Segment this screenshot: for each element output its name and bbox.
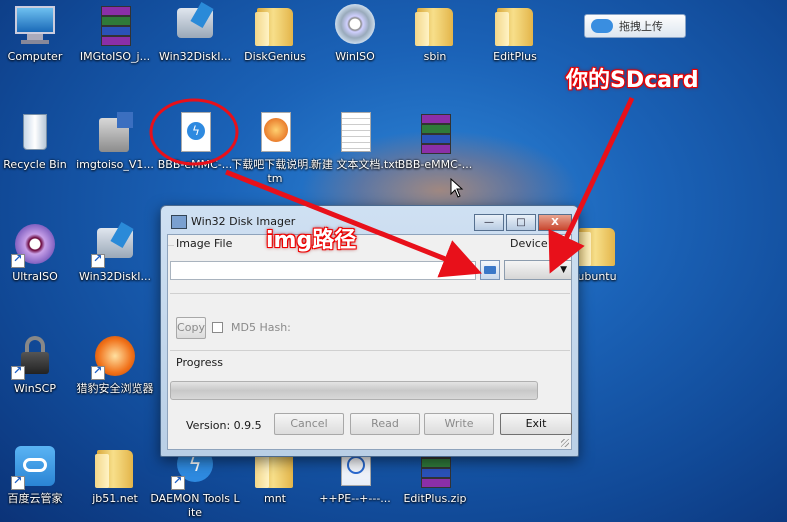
img-path-annotation: img路径 <box>266 228 357 253</box>
arrow-to-device <box>548 96 635 274</box>
mouse-cursor-icon <box>450 178 464 198</box>
sdcard-annotation: 你的SDcard <box>566 68 699 93</box>
highlight-circle <box>149 98 239 166</box>
